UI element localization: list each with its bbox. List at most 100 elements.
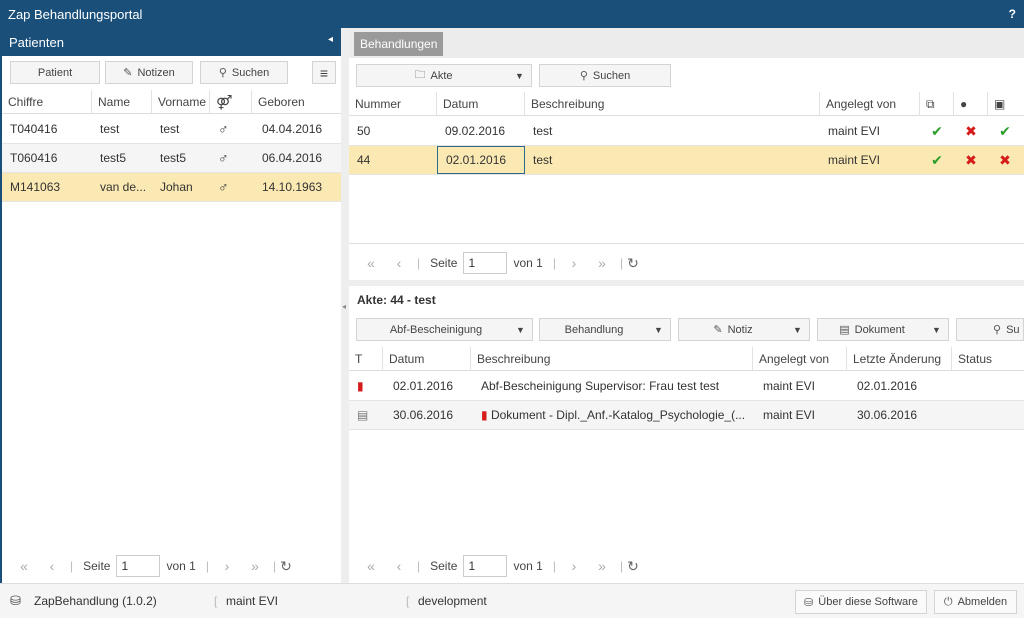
treatment-row-selected[interactable]: 44 02.01.2016 test maint EVI ✔ ✖ ✖ bbox=[349, 146, 1024, 175]
treatment-row[interactable]: 50 09.02.2016 test maint EVI ✔ ✖ ✔ bbox=[349, 117, 1024, 146]
folder-icon: 🗀 bbox=[414, 69, 426, 81]
about-label: Über diese Software bbox=[818, 596, 918, 608]
help-icon[interactable]: ? bbox=[1009, 7, 1016, 21]
search-icon: ⚲ bbox=[579, 70, 588, 82]
col-t[interactable]: T bbox=[349, 347, 383, 371]
app-logo-icon: ⛁ bbox=[10, 593, 21, 608]
prev-page-icon[interactable]: ‹ bbox=[385, 255, 413, 271]
col-beschreibung[interactable]: Beschreibung bbox=[471, 347, 753, 371]
add-patient-button[interactable]: Patient bbox=[10, 61, 100, 84]
col-datum[interactable]: Datum bbox=[437, 92, 525, 116]
panel-splitter[interactable]: ◂ bbox=[341, 28, 349, 583]
page-input[interactable] bbox=[463, 252, 508, 274]
collapse-panel-icon[interactable]: ◂ bbox=[328, 34, 333, 45]
behandlung-dropdown[interactable]: ▼ bbox=[647, 318, 671, 341]
refresh-icon[interactable]: ↻ bbox=[627, 558, 639, 575]
dokument-dropdown[interactable]: ▼ bbox=[925, 318, 949, 341]
caret-down-icon: ▼ bbox=[515, 70, 524, 81]
document-icon: ▤ bbox=[357, 408, 369, 422]
hamburger-icon: ≡ bbox=[319, 64, 329, 81]
next-page-icon[interactable]: › bbox=[213, 558, 241, 574]
first-page-icon[interactable]: « bbox=[10, 558, 38, 574]
section-divider bbox=[349, 280, 1024, 286]
col-vorname[interactable]: Vorname bbox=[152, 90, 210, 114]
page-input[interactable] bbox=[463, 555, 508, 577]
col-letzte-aenderung[interactable]: Letzte Änderung bbox=[847, 347, 952, 371]
prev-page-icon[interactable]: ‹ bbox=[385, 558, 413, 574]
akte-dropdown[interactable]: ▼ bbox=[508, 64, 532, 87]
last-page-icon[interactable]: » bbox=[588, 255, 616, 271]
col-nummer[interactable]: Nummer bbox=[349, 92, 437, 116]
akte-title: Akte: 44 - test bbox=[357, 293, 436, 307]
notiz-button[interactable]: ✎ Notiz bbox=[678, 318, 788, 341]
patient-row[interactable]: T040416 test test ♂ 04.04.2016 bbox=[2, 115, 341, 144]
next-page-icon[interactable]: › bbox=[560, 255, 588, 271]
dokument-button[interactable]: ▤ Dokument bbox=[817, 318, 927, 341]
col-sex[interactable]: ⚤ bbox=[210, 90, 252, 114]
col-chiffre[interactable]: Chiffre bbox=[2, 90, 92, 114]
splitter-handle-icon[interactable]: ◂ bbox=[342, 302, 346, 311]
col-angelegt[interactable]: Angelegt von bbox=[820, 92, 920, 116]
user-icon[interactable]: ● bbox=[954, 92, 988, 116]
last-page-icon[interactable]: » bbox=[588, 558, 616, 574]
logout-button[interactable]: ⏻ Abmelden bbox=[934, 590, 1017, 614]
col-datum[interactable]: Datum bbox=[383, 347, 471, 371]
patient-name: test bbox=[100, 122, 120, 136]
treatment-angelegt: maint EVI bbox=[828, 153, 881, 167]
treatment-nummer: 44 bbox=[357, 153, 371, 167]
akte-table-header: T Datum Beschreibung Angelegt von Letzte… bbox=[349, 347, 1024, 371]
menu-button[interactable]: ≡ bbox=[312, 61, 336, 84]
pager-separator: | bbox=[552, 256, 556, 270]
abf-bescheinigung-button[interactable]: Abf-Bescheinigung bbox=[356, 318, 516, 341]
akte-row[interactable]: ▤ 30.06.2016 ▮ Dokument - Dipl._Anf.-Kat… bbox=[349, 401, 1024, 430]
prev-page-icon[interactable]: ‹ bbox=[38, 558, 66, 574]
col-name[interactable]: Name bbox=[92, 90, 152, 114]
first-page-icon[interactable]: « bbox=[357, 255, 385, 271]
patients-panel-header: Patienten ◂ bbox=[2, 28, 341, 56]
check-icon: ✔ bbox=[999, 123, 1011, 139]
patient-row[interactable]: T060416 test5 test5 ♂ 06.04.2016 bbox=[2, 144, 341, 173]
refresh-icon[interactable]: ↻ bbox=[627, 255, 639, 272]
patient-name: van de... bbox=[100, 180, 147, 194]
cross-icon: ✖ bbox=[965, 123, 977, 139]
behandlung-button[interactable]: Behandlung bbox=[539, 318, 649, 341]
page-count: von 1 bbox=[513, 559, 543, 573]
pager-separator: | bbox=[619, 256, 624, 270]
patient-name: test5 bbox=[100, 151, 127, 165]
akte-geaendert: 30.06.2016 bbox=[857, 408, 918, 422]
col-status[interactable]: Status bbox=[952, 347, 1024, 371]
search-treatments-button[interactable]: ⚲ Suchen bbox=[539, 64, 671, 87]
notes-button[interactable]: ✎ Notizen bbox=[105, 61, 193, 84]
col-beschreibung[interactable]: Beschreibung bbox=[525, 92, 820, 116]
search-patients-button[interactable]: ⚲ Suchen bbox=[200, 61, 288, 84]
akte-search-button[interactable]: ⚲ Su bbox=[956, 318, 1024, 341]
treatment-datum: 09.02.2016 bbox=[445, 124, 506, 138]
treatment-datum[interactable]: 02.01.2016 bbox=[437, 146, 525, 174]
page-count: von 1 bbox=[166, 559, 196, 573]
notiz-dropdown[interactable]: ▼ bbox=[786, 318, 810, 341]
app-version: ZapBehandlung (1.0.2) bbox=[34, 594, 157, 608]
col-geboren[interactable]: Geboren bbox=[252, 90, 341, 114]
last-page-icon[interactable]: » bbox=[241, 558, 269, 574]
about-button[interactable]: ⛁ Über diese Software bbox=[795, 590, 927, 614]
current-user: maint EVI bbox=[226, 594, 279, 608]
patients-pager: « ‹ | Seite von 1 | › » | ↻ bbox=[10, 547, 292, 585]
patient-row-selected[interactable]: M141063 van de... Johan ♂ 14.10.1963 bbox=[2, 173, 341, 202]
abf-dropdown[interactable]: ▼ bbox=[509, 318, 533, 341]
pager-separator: | bbox=[417, 559, 421, 573]
next-page-icon[interactable]: › bbox=[560, 558, 588, 574]
pager-separator: | bbox=[619, 559, 624, 573]
akte-button[interactable]: 🗀 Akte bbox=[356, 64, 511, 87]
copy-icon[interactable]: ⧉ bbox=[920, 92, 954, 116]
akte-row[interactable]: ▮ 02.01.2016 Abf-Bescheinigung Superviso… bbox=[349, 372, 1024, 401]
col-angelegt[interactable]: Angelegt von bbox=[753, 347, 847, 371]
page-input[interactable] bbox=[116, 555, 161, 577]
tab-behandlungen[interactable]: Behandlungen bbox=[354, 32, 444, 56]
patient-geboren: 04.04.2016 bbox=[262, 122, 323, 136]
pager-separator: | bbox=[272, 559, 277, 573]
search-label: Suchen bbox=[592, 69, 631, 82]
first-page-icon[interactable]: « bbox=[357, 558, 385, 574]
dokument-label: Dokument bbox=[854, 323, 905, 336]
refresh-icon[interactable]: ↻ bbox=[280, 558, 292, 575]
badge-icon[interactable]: ▣ bbox=[988, 92, 1024, 116]
